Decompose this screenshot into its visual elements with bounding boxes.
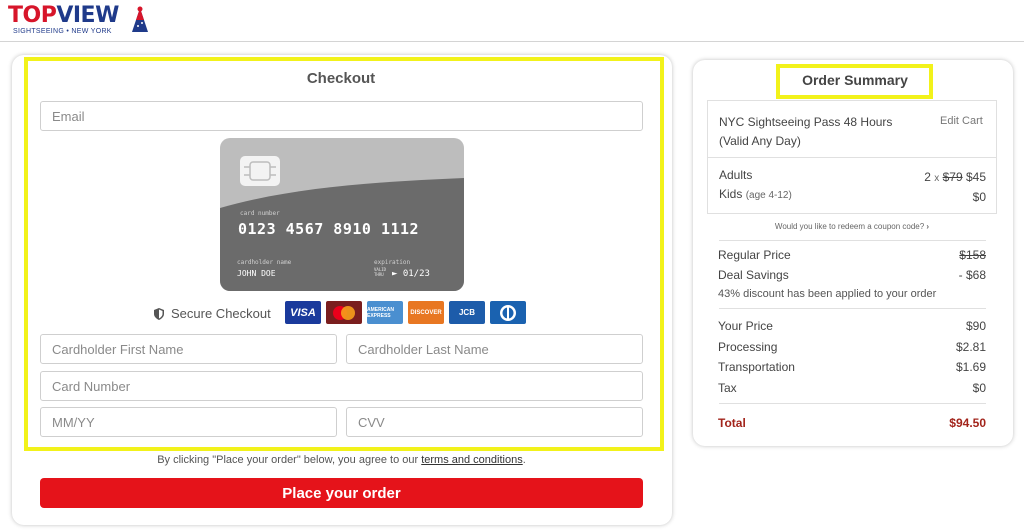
adults-original-price: $79 (942, 170, 963, 184)
site-header: TOPVIEW SIGHTSEEING • NEW YORK (0, 0, 1024, 42)
processing-value: $2.81 (955, 340, 986, 354)
summary-divider-3 (719, 403, 986, 404)
transportation-label: Transportation (718, 360, 795, 374)
expiry-placeholder: MM/YY (52, 414, 95, 430)
card-number-placeholder: Card Number (52, 378, 131, 394)
card-brand-logos: VISA AMERICAN EXPRESS DISCOVER JCB (285, 301, 526, 324)
expiry-field[interactable]: MM/YY (40, 407, 337, 437)
regular-price-value: $158 (959, 248, 986, 262)
chevron-right-icon: › (926, 222, 930, 231)
expiration-label: expiration (374, 259, 411, 266)
jcb-icon: JCB (449, 301, 485, 324)
mastercard-icon (326, 301, 362, 324)
logo-tagline: SIGHTSEEING • NEW YORK (13, 28, 112, 35)
visa-icon: VISA (285, 301, 321, 324)
logo-wordmark: TOPVIEW (8, 3, 119, 28)
diners-club-icon (490, 301, 526, 324)
your-price-value: $90 (965, 319, 986, 333)
total-label: Total (718, 416, 746, 430)
checkout-title: Checkout (306, 70, 376, 87)
cart-item-name: NYC Sightseeing Pass 48 Hours (Valid Any… (719, 115, 893, 148)
adults-qty: 2 (924, 170, 931, 184)
terms-suffix: . (522, 454, 526, 466)
tax-value: $0 (972, 381, 986, 395)
summary-divider-2 (719, 308, 986, 309)
kids-price: $0 (972, 190, 986, 204)
email-field[interactable]: Email (40, 101, 643, 131)
terms-notice: By clicking "Place your order" below, yo… (40, 454, 643, 466)
last-name-placeholder: Cardholder Last Name (358, 341, 489, 357)
order-summary-title: Order Summary (802, 72, 908, 88)
card-number-value: 0123 4567 8910 1112 (238, 220, 420, 238)
deal-savings-label: Deal Savings (718, 268, 789, 282)
cvv-field[interactable]: CVV (346, 407, 643, 437)
valid-thru-label: VALID THRU (374, 267, 387, 277)
edit-cart-link[interactable]: Edit Cart (940, 115, 983, 127)
processing-label: Processing (718, 340, 778, 354)
amex-icon: AMERICAN EXPRESS (367, 301, 403, 324)
discover-icon: DISCOVER (408, 301, 444, 324)
adults-price-row: 2 x $79 $45 (924, 170, 986, 184)
card-number-label: card number (240, 210, 280, 217)
kids-row-label: Kids (age 4-12) (719, 187, 792, 201)
your-price-label: Your Price (718, 319, 773, 333)
discount-note: 43% discount has been applied to your or… (718, 288, 937, 300)
topview-logo[interactable]: TOPVIEW SIGHTSEEING • NEW YORK (8, 4, 148, 40)
tax-label: Tax (718, 381, 737, 395)
cardholder-value: JOHN DOE (237, 269, 276, 278)
kids-label: Kids (719, 187, 743, 201)
first-name-field[interactable]: Cardholder First Name (40, 334, 337, 364)
adults-label: Adults (719, 168, 753, 182)
party-hat-icon (132, 6, 148, 32)
secure-checkout-label: Secure Checkout (171, 306, 271, 321)
item-divider (707, 157, 997, 158)
adults-price: $45 (965, 170, 986, 184)
place-order-button[interactable]: Place your order (40, 478, 643, 508)
transportation-value: $1.69 (955, 360, 986, 374)
email-placeholder: Email (52, 108, 85, 124)
card-chip-icon (240, 156, 280, 186)
adults-times: x (934, 173, 940, 184)
total-value: $94.50 (949, 416, 986, 430)
cardholder-label: cardholder name (237, 259, 292, 266)
secure-checkout: Secure Checkout (154, 306, 271, 321)
deal-savings-value: - $68 (958, 268, 986, 282)
card-preview: card number 0123 4567 8910 1112 cardhold… (220, 138, 464, 291)
first-name-placeholder: Cardholder First Name (52, 341, 184, 357)
terms-link[interactable]: terms and conditions (421, 454, 523, 466)
summary-divider-1 (719, 240, 986, 241)
kids-age: (age 4-12) (745, 190, 792, 201)
cvv-placeholder: CVV (358, 414, 385, 430)
expiration-value: ► 01/23 (392, 269, 430, 279)
terms-prefix: By clicking "Place your order" below, yo… (157, 454, 422, 466)
shield-icon (154, 307, 164, 320)
regular-price-label: Regular Price (718, 248, 791, 262)
card-number-field[interactable]: Card Number (40, 371, 643, 401)
coupon-link[interactable]: Would you like to redeem a coupon code? … (707, 222, 997, 231)
last-name-field[interactable]: Cardholder Last Name (346, 334, 643, 364)
coupon-prompt: Would you like to redeem a coupon code? (774, 222, 925, 231)
